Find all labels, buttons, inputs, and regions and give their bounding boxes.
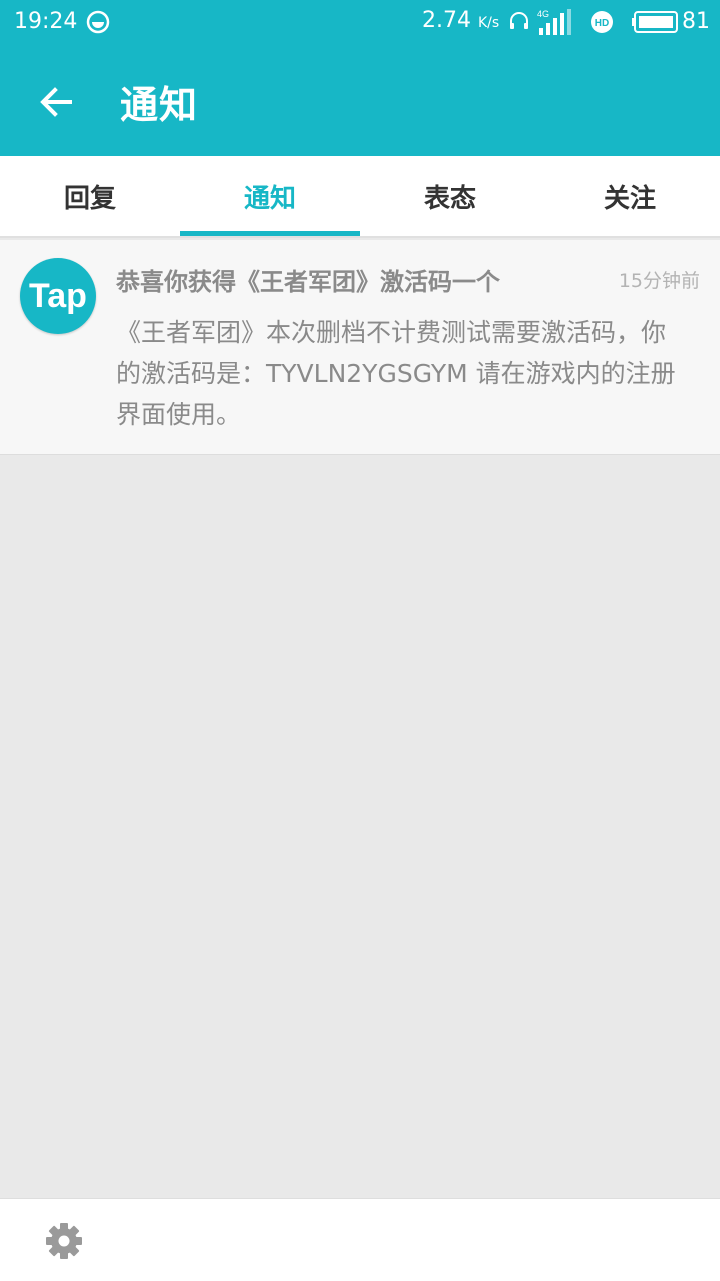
tab-label: 通知 [243, 183, 296, 214]
hd-voice-icon: HD [591, 11, 613, 33]
notification-app-icon [86, 10, 110, 34]
tab-replies[interactable]: 回复 [0, 156, 180, 236]
taptap-avatar[interactable]: Tap [20, 258, 96, 334]
notification-title: 恭喜你获得《王者军团》激活码一个 [116, 268, 500, 296]
headset-icon [510, 12, 528, 29]
tab-notifications[interactable]: 通知 [180, 156, 360, 236]
page-title: 通知 [120, 83, 199, 127]
bottom-bar [0, 1198, 720, 1281]
arrow-left-icon [40, 87, 72, 117]
tab-label: 关注 [603, 183, 656, 214]
tab-bar: 回复 通知 表态 关注 [0, 156, 720, 238]
tab-label: 表态 [423, 183, 476, 214]
battery-level: 81 [682, 9, 710, 34]
network-speed: 2.74 K/s [422, 8, 500, 33]
tab-reactions[interactable]: 表态 [360, 156, 540, 236]
tab-following[interactable]: 关注 [540, 156, 720, 236]
notification-time: 15分钟前 [618, 270, 700, 292]
svg-text:4G: 4G [537, 9, 549, 19]
back-button[interactable] [24, 76, 88, 128]
cell-signal-icon: 4G [537, 9, 571, 35]
notification-item[interactable]: Tap 恭喜你获得《王者军团》激活码一个 15分钟前 《王者军团》本次删档不计费… [0, 240, 720, 455]
status-bar: 19:24 2.74 K/s 4G HD 81 [0, 0, 720, 44]
app-header: 19:24 2.74 K/s 4G HD 81 通知 [0, 0, 720, 156]
active-tab-indicator [180, 231, 360, 236]
status-time: 19:24 [14, 9, 78, 34]
gear-icon[interactable] [44, 1221, 84, 1261]
notification-body: 《王者军团》本次删档不计费测试需要激活码，你的激活码是：TYVLN2YGSGYM… [116, 318, 676, 429]
tab-label: 回复 [63, 183, 116, 214]
svg-text:HD: HD [595, 18, 609, 29]
battery-icon [632, 11, 678, 33]
